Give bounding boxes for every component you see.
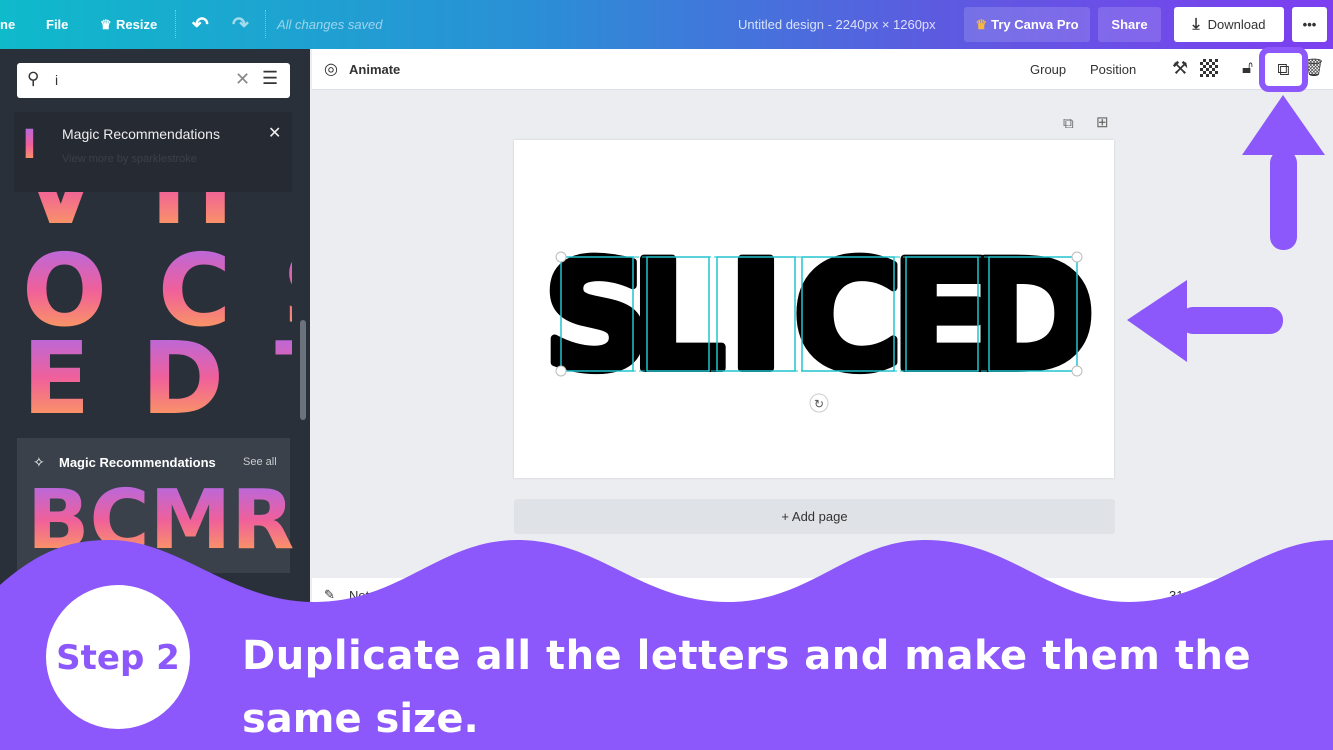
caption-line-1: Duplicate all the letters and make them … <box>242 633 1252 679</box>
caption-line-2: same size. <box>242 696 479 742</box>
left-arrow-shaft <box>1180 307 1283 334</box>
left-arrow-head <box>1127 280 1187 362</box>
up-arrow-head <box>1242 95 1325 155</box>
step-label: Step 2 <box>56 638 180 678</box>
up-arrow-shaft <box>1270 150 1297 250</box>
